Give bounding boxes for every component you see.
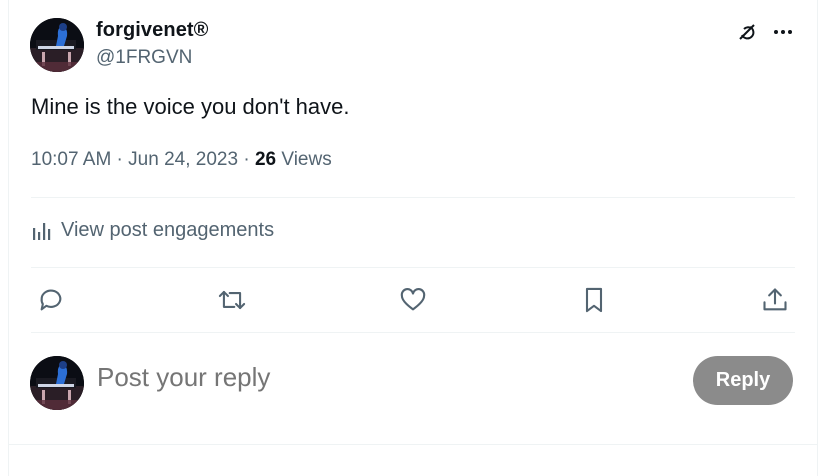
bookmark-icon[interactable] — [576, 283, 612, 317]
avatar-pianist-image — [30, 18, 84, 72]
post-timestamp[interactable]: 10:07 AM · Jun 24, 2023 — [31, 149, 238, 170]
more-icon[interactable] — [769, 18, 797, 46]
view-engagements-link[interactable]: View post engagements — [31, 219, 274, 242]
avatar-pianist-image — [30, 356, 84, 410]
views-count: 26 — [254, 149, 277, 170]
repost-icon[interactable] — [214, 283, 250, 317]
current-user-avatar[interactable] — [30, 356, 84, 410]
engagements-label: View post engagements — [61, 219, 275, 241]
reply-input[interactable] — [97, 362, 657, 393]
reply-icon[interactable] — [33, 283, 69, 317]
like-icon[interactable] — [395, 283, 431, 317]
meta-separator: · — [238, 149, 255, 170]
author-avatar[interactable] — [30, 18, 84, 72]
divider — [31, 332, 795, 333]
views-label: Views — [281, 149, 332, 170]
author-display-name[interactable]: forgivenet® — [96, 19, 209, 42]
analytics-icon — [33, 222, 51, 240]
divider — [31, 267, 795, 268]
divider — [31, 197, 795, 198]
author-handle[interactable]: @1FRGVN — [96, 47, 192, 69]
reply-button[interactable]: Reply — [693, 356, 793, 405]
share-icon[interactable] — [757, 283, 793, 317]
post-text: Mine is the voice you don't have. — [31, 94, 350, 119]
divider — [8, 444, 818, 445]
grok-icon[interactable] — [733, 18, 761, 46]
post-meta: 10:07 AM · Jun 24, 2023 · 26 Views — [31, 149, 332, 171]
